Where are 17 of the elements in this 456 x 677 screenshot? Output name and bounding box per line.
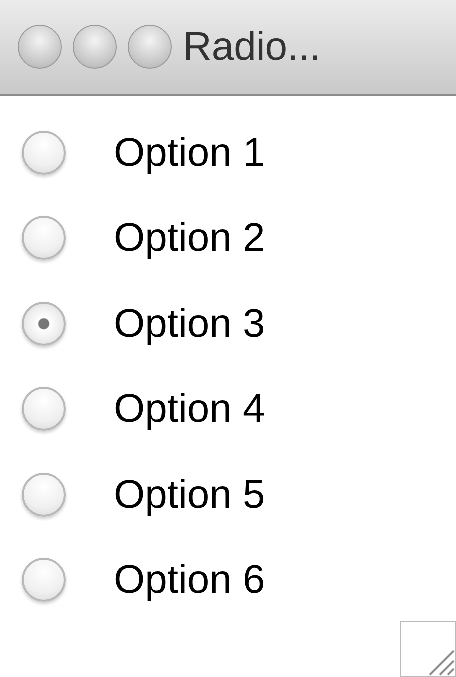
option-label[interactable]: Option 3	[114, 294, 266, 354]
radio-button[interactable]	[22, 216, 66, 260]
close-button[interactable]	[18, 25, 62, 69]
option-label[interactable]: Option 4	[114, 379, 266, 440]
minimize-button[interactable]	[73, 25, 117, 69]
option-label[interactable]: Option 5	[114, 464, 266, 525]
radio-button[interactable]	[22, 558, 66, 602]
radio-button[interactable]	[22, 302, 66, 346]
radio-button[interactable]	[22, 130, 66, 175]
option-label[interactable]: Option 1	[114, 122, 266, 183]
radio-button[interactable]	[22, 472, 66, 517]
option-label[interactable]: Option 2	[114, 208, 266, 268]
resize-grip[interactable]	[400, 621, 456, 677]
radio-button[interactable]	[22, 387, 66, 432]
window-title: Radio...	[183, 24, 321, 71]
option-label[interactable]: Option 6	[114, 550, 266, 610]
zoom-button[interactable]	[128, 25, 172, 69]
